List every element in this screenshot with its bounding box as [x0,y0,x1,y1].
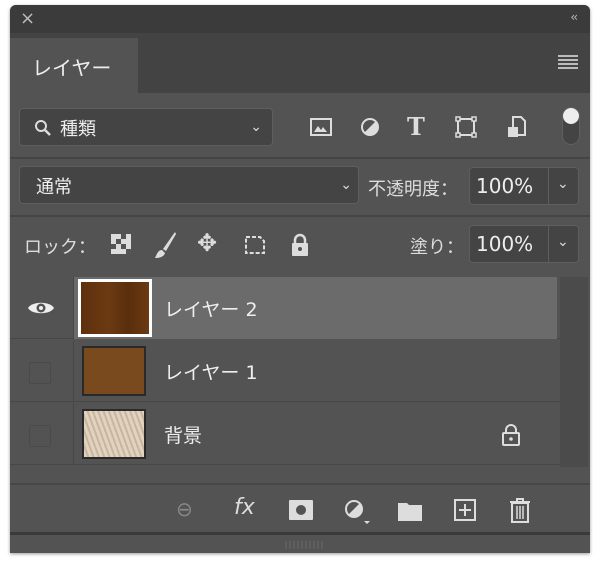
layer-row-2[interactable]: レイヤー 2 [10,277,560,339]
lock-position-move-icon[interactable]: ✥ [197,231,217,255]
layer-row-background[interactable]: 背景 [10,403,560,465]
layer-thumbnail [82,409,146,459]
adjustment-layer-icon[interactable] [344,499,370,525]
layer-name[interactable]: レイヤー 2 [164,295,258,322]
tab-layers[interactable]: レイヤー [10,38,138,93]
lock-label: ロック： [24,237,96,258]
title-bar: × ‹‹ [10,5,590,33]
new-layer-icon[interactable] [454,499,476,521]
layer-thumbnail [82,346,146,396]
chevron-down-icon: ⌄ [557,234,569,250]
lock-transparent-icon[interactable] [110,233,132,255]
opacity-label: 不透明度： [368,179,458,200]
add-mask-icon[interactable] [289,500,313,520]
blend-mode-value: 通常 [36,177,72,198]
filter-kind-value: 種類 [60,119,96,140]
filter-kind-select[interactable]: 種類 ⌄ [19,108,273,146]
opacity-field[interactable]: 100% ⌄ [469,167,579,205]
layer-lock-icon [502,424,520,446]
delete-layer-trash-icon[interactable] [509,497,531,523]
fill-dropdown[interactable]: ⌄ [548,226,578,262]
filter-toggle[interactable] [562,107,580,145]
chevron-down-icon: ⌄ [557,176,569,192]
shape-filter-icon[interactable] [455,116,477,138]
collapse-icon[interactable]: ‹‹ [570,10,577,24]
pixel-filter-icon[interactable] [310,118,332,136]
layer-name[interactable]: 背景 [164,421,202,448]
new-group-folder-icon[interactable] [398,501,422,521]
layer-list: レイヤー 2 レイヤー 1 背景 [10,277,560,467]
layer-list-scrollbar[interactable] [560,277,588,467]
opacity-dropdown[interactable]: ⌄ [548,168,578,204]
lock-image-brush-icon[interactable] [153,231,177,259]
opacity-value: 100% [476,174,534,198]
visibility-toggle[interactable] [10,340,74,402]
fill-value: 100% [476,232,534,256]
layer-row-1[interactable]: レイヤー 1 [10,340,560,402]
chevron-down-icon: ⌄ [250,119,262,135]
search-icon [35,120,51,136]
resize-grip[interactable] [285,541,325,549]
tab-row: レイヤー [10,33,590,93]
adjustment-filter-icon[interactable] [360,117,380,137]
panel-menu-icon[interactable] [558,55,578,71]
eye-icon [28,302,54,314]
blend-mode-select[interactable]: 通常 ⌄ [19,166,359,204]
layer-footer-toolbar: ⊖ fx [10,483,590,535]
chevron-down-icon: ⌄ [340,177,352,193]
layer-thumbnail [78,279,152,337]
lock-artboard-icon[interactable] [242,233,268,257]
link-layers-icon[interactable]: ⊖ [176,499,193,519]
layers-panel: × ‹‹ レイヤー 種類 ⌄ T 通常 ⌄ 不透明度： 100% ⌄ ロック： … [10,5,590,553]
layer-name[interactable]: レイヤー 1 [164,358,258,385]
layer-style-fx-icon[interactable]: fx [234,497,255,519]
close-icon[interactable]: × [20,8,35,29]
fill-field[interactable]: 100% ⌄ [469,225,579,263]
smart-object-filter-icon[interactable] [507,115,527,139]
visibility-toggle[interactable] [10,403,74,465]
fill-label: 塗り： [410,237,464,258]
lock-all-icon[interactable] [290,233,310,257]
visibility-toggle[interactable] [10,277,74,339]
type-filter-icon[interactable]: T [407,115,425,139]
